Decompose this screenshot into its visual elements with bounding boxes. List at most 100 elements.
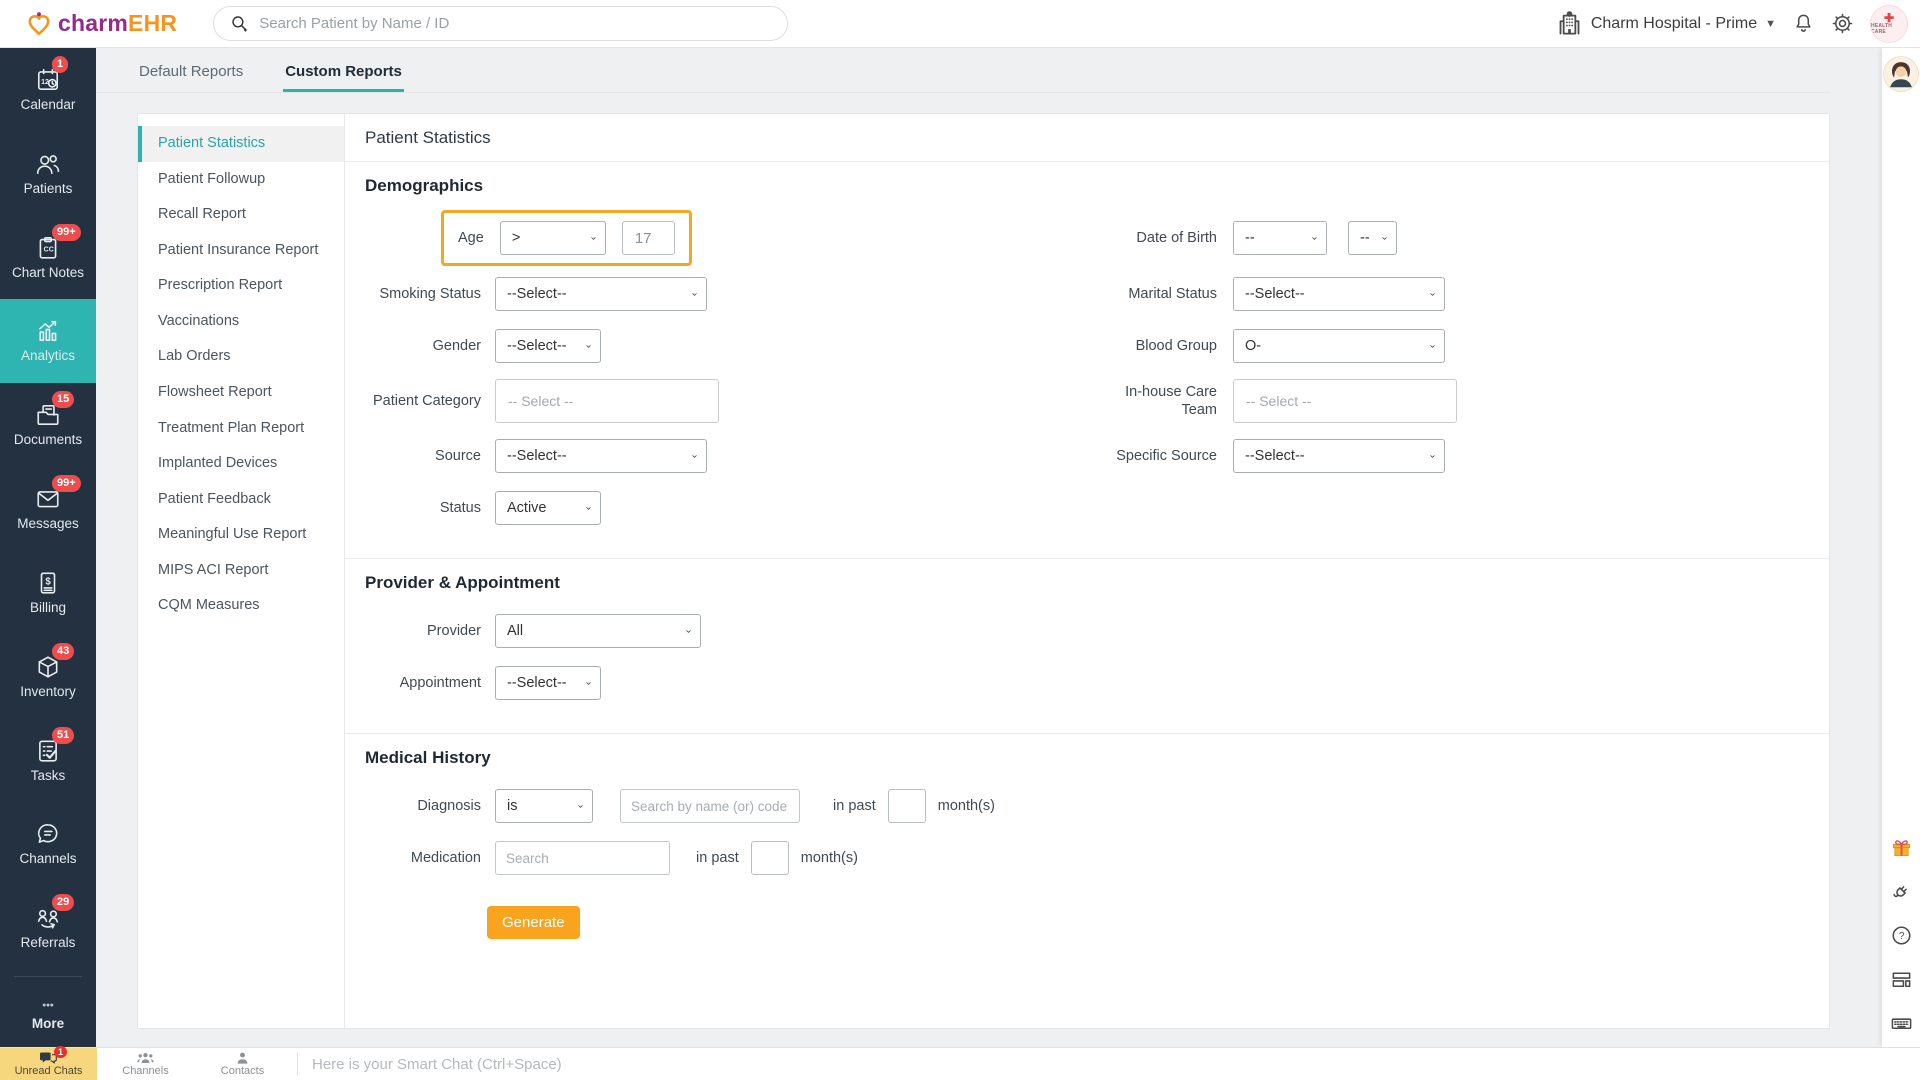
demographics-heading: Demographics — [365, 176, 1809, 196]
patient-category-label: Patient Category — [365, 392, 481, 410]
facility-switcher[interactable]: Charm Hospital - Prime ▼ — [1556, 10, 1776, 37]
gender-select[interactable]: --Select-- — [495, 329, 601, 363]
provider-select[interactable]: All — [495, 614, 701, 648]
report-item-mips-aci-report[interactable]: MIPS ACI Report — [138, 553, 344, 589]
patient-search[interactable] — [213, 6, 788, 41]
specific-source-select[interactable]: --Select-- — [1233, 439, 1445, 473]
keyboard-icon[interactable] — [1890, 1012, 1913, 1035]
contacts-tab[interactable]: Contacts — [194, 1048, 291, 1080]
report-item-flowsheet-report[interactable]: Flowsheet Report — [138, 375, 344, 411]
gift-icon[interactable] — [1890, 836, 1913, 859]
report-item-treatment-plan-report[interactable]: Treatment Plan Report — [138, 411, 344, 447]
source-select[interactable]: --Select-- — [495, 439, 707, 473]
org-avatar[interactable]: ✚ HEALTH CARE — [1870, 5, 1908, 43]
age-label: Age — [458, 230, 484, 246]
report-item-patient-statistics[interactable]: Patient Statistics — [138, 126, 344, 162]
medical-history-heading: Medical History — [365, 748, 1809, 768]
right-rail: ? — [1882, 48, 1920, 1047]
section-medical-history: Medical History Diagnosis is in past mon… — [345, 733, 1829, 963]
row-status: Status Active — [365, 482, 1809, 534]
tab-custom-reports[interactable]: Custom Reports — [283, 53, 404, 92]
section-provider-appointment: Provider & Appointment Provider All Appo… — [345, 558, 1829, 733]
smart-chat-input[interactable]: Here is your Smart Chat (Ctrl+Space) — [298, 1048, 1920, 1080]
contacts-person-icon — [236, 1052, 249, 1064]
report-item-patient-feedback[interactable]: Patient Feedback — [138, 482, 344, 518]
report-item-implanted-devices[interactable]: Implanted Devices — [138, 446, 344, 482]
analytics-icon — [35, 318, 61, 344]
sidebar-item-messages[interactable]: 99+ Messages — [0, 467, 96, 551]
age-value-input[interactable] — [622, 221, 675, 255]
search-input[interactable] — [259, 15, 771, 32]
sidebar-item-referrals[interactable]: 29 Referrals — [0, 886, 96, 970]
chevron-down-icon[interactable]: ▼ — [1765, 18, 1776, 30]
sidebar-item-channels[interactable]: Channels — [0, 802, 96, 886]
report-item-vaccinations[interactable]: Vaccinations — [138, 304, 344, 340]
medication-in-past-label: in past — [696, 850, 739, 866]
sidebar-item-billing[interactable]: $ Billing — [0, 551, 96, 635]
diagnosis-operator-select[interactable]: is — [495, 789, 593, 823]
sidebar-item-calendar[interactable]: 12 1 Calendar — [0, 48, 96, 132]
sidebar-item-chart-notes[interactable]: CC 99+ Chart Notes — [0, 216, 96, 300]
dob-day-select[interactable]: -- — [1348, 221, 1397, 255]
report-item-lab-orders[interactable]: Lab Orders — [138, 339, 344, 375]
notifications-bell-icon[interactable] — [1792, 12, 1815, 35]
layout-icon[interactable] — [1890, 968, 1913, 991]
unread-chats-tab[interactable]: 1 Unread Chats — [0, 1048, 97, 1080]
sidebar-item-inventory[interactable]: 43 Inventory — [0, 635, 96, 719]
report-item-patient-followup[interactable]: Patient Followup — [138, 162, 344, 198]
patient-category-input[interactable]: -- Select -- — [495, 379, 719, 423]
chevron-down-icon — [579, 340, 592, 353]
age-operator-select[interactable]: > — [500, 221, 606, 255]
medication-months-input[interactable] — [751, 841, 789, 875]
settings-gear-icon[interactable] — [1831, 12, 1854, 35]
assistant-avatar[interactable] — [1883, 56, 1919, 92]
chevron-down-icon — [685, 450, 698, 463]
calendar-badge: 1 — [52, 56, 68, 73]
sidebar-item-more[interactable]: More — [0, 983, 96, 1047]
channels-group-icon — [137, 1052, 154, 1064]
channels-tab[interactable]: Channels — [97, 1048, 194, 1080]
reports-nav: Patient Statistics Patient Followup Reca… — [138, 114, 345, 1028]
status-select[interactable]: Active — [495, 491, 601, 525]
sidebar-item-patients[interactable]: Patients — [0, 132, 96, 216]
chevron-down-icon — [584, 232, 597, 245]
chevron-down-icon — [579, 677, 592, 690]
tab-default-reports[interactable]: Default Reports — [137, 53, 245, 92]
sidebar-item-documents[interactable]: 15 Documents — [0, 383, 96, 467]
marital-status-label: Marital Status — [1101, 285, 1217, 303]
plug-icon[interactable] — [1890, 880, 1913, 903]
row-category-careteam: Patient Category -- Select -- In-house C… — [365, 372, 1809, 430]
messages-badge: 99+ — [52, 475, 81, 492]
sidebar-divider — [14, 976, 82, 977]
chevron-down-icon — [1423, 450, 1436, 463]
chevron-down-icon — [1305, 232, 1318, 245]
facility-name[interactable]: Charm Hospital - Prime — [1591, 15, 1757, 33]
report-item-prescription-report[interactable]: Prescription Report — [138, 268, 344, 304]
gender-label: Gender — [365, 337, 481, 355]
care-team-label: In-house Care Team — [1101, 383, 1217, 419]
sidebar-item-tasks[interactable]: 51 Tasks — [0, 719, 96, 803]
smart-chat-bar: 1 Unread Chats Channels Contacts Here is… — [0, 1047, 1920, 1080]
marital-status-select[interactable]: --Select-- — [1233, 277, 1445, 311]
appointment-select[interactable]: --Select-- — [495, 666, 601, 700]
sidebar-item-analytics[interactable]: Analytics — [0, 299, 96, 383]
patients-icon — [35, 151, 61, 177]
report-item-cqm-measures[interactable]: CQM Measures — [138, 588, 344, 624]
age-highlight-box: Age > — [441, 210, 692, 266]
generate-button[interactable]: Generate — [487, 906, 580, 939]
dob-month-select[interactable]: -- — [1233, 221, 1327, 255]
care-team-input[interactable]: -- Select -- — [1233, 379, 1457, 423]
report-item-patient-insurance-report[interactable]: Patient Insurance Report — [138, 233, 344, 269]
medication-search-input[interactable] — [495, 841, 670, 875]
smoking-status-select[interactable]: --Select-- — [495, 277, 707, 311]
help-icon[interactable]: ? — [1890, 924, 1913, 947]
medication-label: Medication — [365, 849, 481, 867]
diagnosis-search-input[interactable] — [620, 789, 800, 823]
report-item-meaningful-use-report[interactable]: Meaningful Use Report — [138, 517, 344, 553]
search-icon[interactable] — [230, 14, 249, 33]
report-item-recall-report[interactable]: Recall Report — [138, 197, 344, 233]
row-medication: Medication in past month(s) — [365, 832, 1809, 884]
diagnosis-months-input[interactable] — [888, 789, 926, 823]
diagnosis-in-past-label: in past — [833, 798, 876, 814]
blood-group-select[interactable]: O- — [1233, 329, 1445, 363]
